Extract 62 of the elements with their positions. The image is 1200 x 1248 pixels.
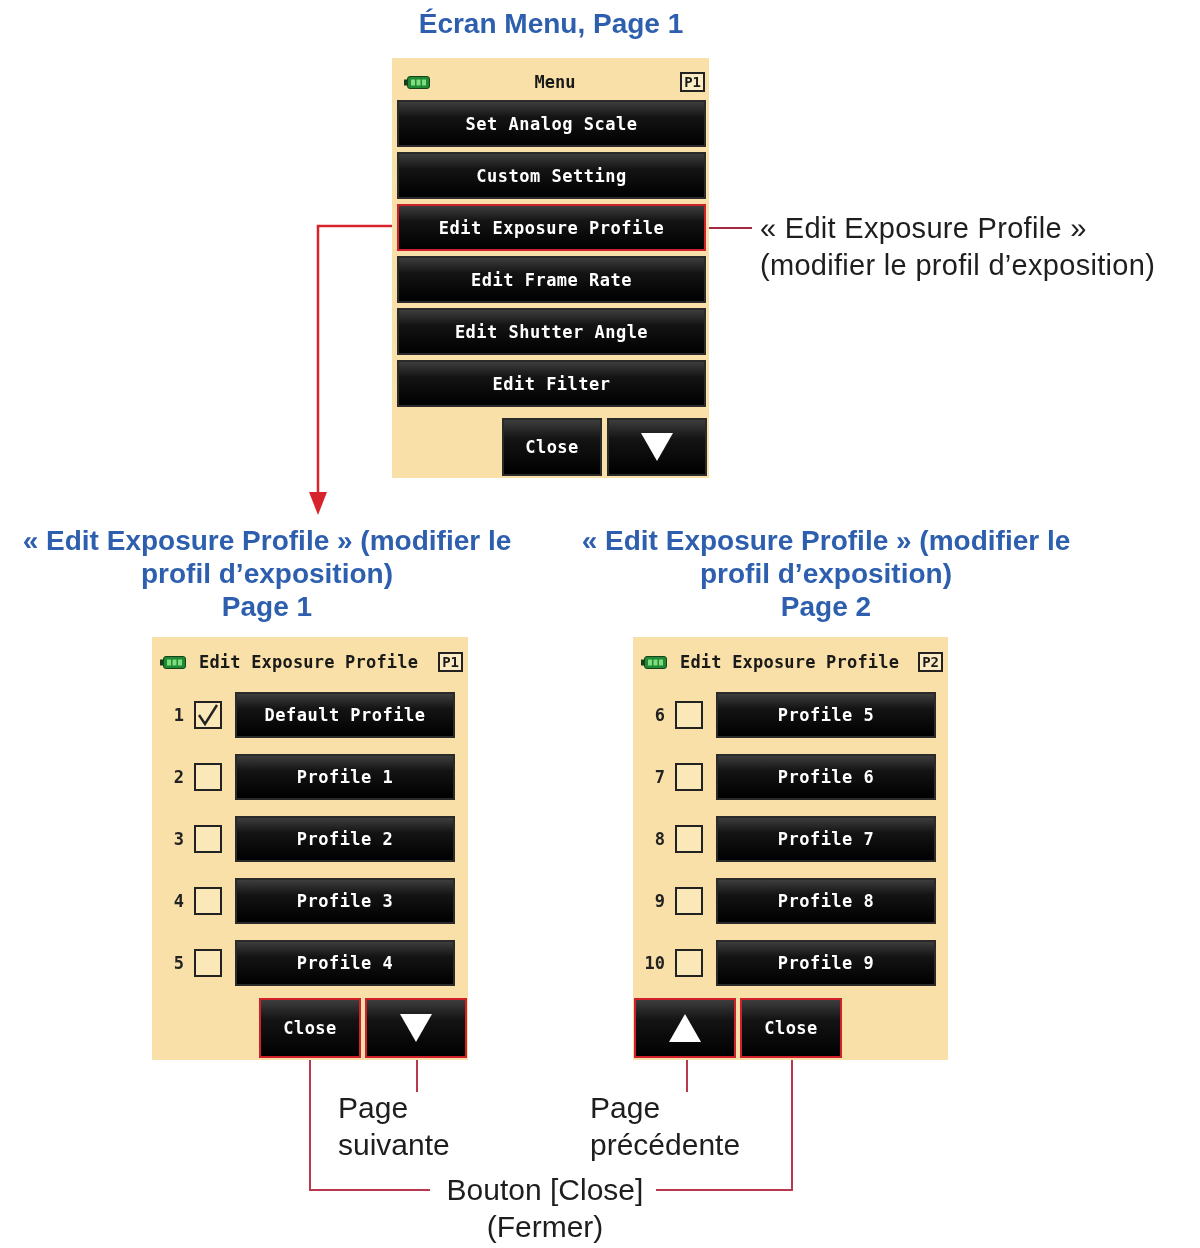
checkbox[interactable]	[194, 949, 222, 977]
row-number: 4	[172, 891, 184, 911]
row-number: 8	[653, 829, 665, 849]
screen-title: Edit Exposure Profile	[199, 652, 420, 672]
battery-icon	[641, 655, 667, 669]
checkbox[interactable]	[675, 825, 703, 853]
callout-label: Page suivante	[338, 1090, 450, 1163]
battery-icon	[404, 75, 430, 89]
profile-button[interactable]: Profile 3	[235, 878, 455, 924]
profile-button[interactable]: Default Profile	[235, 692, 455, 738]
profile-button[interactable]: Profile 8	[716, 878, 936, 924]
close-button[interactable]: Close	[502, 418, 602, 476]
checkbox[interactable]	[194, 825, 222, 853]
row-number: 5	[172, 953, 184, 973]
battery-icon	[160, 655, 186, 669]
checkbox[interactable]	[675, 701, 703, 729]
page-badge: P2	[918, 652, 943, 672]
row-number: 1	[172, 705, 184, 725]
up-triangle-icon	[669, 1014, 701, 1042]
checkbox[interactable]	[675, 949, 703, 977]
checkbox[interactable]	[675, 887, 703, 915]
checkbox[interactable]	[194, 763, 222, 791]
callout-label: « Edit Exposure Profile » (modifier le profil d’exposition)	[760, 211, 1156, 283]
menu-item[interactable]: Edit Shutter Angle	[397, 308, 706, 355]
profile-button[interactable]: Profile 4	[235, 940, 455, 986]
diagram-heading: Écran Menu, Page 1	[418, 7, 684, 40]
page-badge: P1	[438, 652, 463, 672]
menu-item[interactable]: Edit Frame Rate	[397, 256, 706, 303]
profile-button[interactable]: Profile 1	[235, 754, 455, 800]
down-triangle-icon	[400, 1014, 432, 1042]
callout-label: Bouton [Close] (Fermer)	[446, 1172, 644, 1245]
profile-button[interactable]: Profile 2	[235, 816, 455, 862]
row-number: 7	[653, 767, 665, 787]
screen-title: Edit Exposure Profile	[680, 652, 901, 672]
checkbox[interactable]	[675, 763, 703, 791]
previous-page-button[interactable]	[634, 998, 736, 1058]
callout-label: Page précédente	[590, 1090, 741, 1163]
menu-item[interactable]: Custom Setting	[397, 152, 706, 199]
profile-button[interactable]: Profile 6	[716, 754, 936, 800]
menu-item[interactable]: Edit Exposure Profile	[397, 204, 706, 251]
diagram-heading: « Edit Exposure Profile » (modifier le profil d’exposition) Page 2	[581, 524, 1071, 623]
next-page-button[interactable]	[365, 998, 467, 1058]
profile-button[interactable]: Profile 5	[716, 692, 936, 738]
close-button[interactable]: Close	[740, 998, 842, 1058]
down-triangle-icon	[641, 433, 673, 461]
checkbox[interactable]	[194, 701, 222, 729]
diagram-heading: « Edit Exposure Profile » (modifier le profil d’exposition) Page 1	[22, 524, 512, 623]
row-number: 10	[643, 953, 665, 973]
row-number: 9	[653, 891, 665, 911]
profile-button[interactable]: Profile 7	[716, 816, 936, 862]
menu-item[interactable]: Edit Filter	[397, 360, 706, 407]
row-number: 3	[172, 829, 184, 849]
menu-item[interactable]: Set Analog Scale	[397, 100, 706, 147]
checkbox[interactable]	[194, 887, 222, 915]
close-button[interactable]: Close	[259, 998, 361, 1058]
profile-button[interactable]: Profile 9	[716, 940, 936, 986]
page-badge: P1	[680, 72, 705, 92]
leader-line	[706, 227, 753, 229]
row-number: 6	[653, 705, 665, 725]
row-number: 2	[172, 767, 184, 787]
next-page-button[interactable]	[607, 418, 707, 476]
screen-title: Menu	[533, 72, 577, 92]
